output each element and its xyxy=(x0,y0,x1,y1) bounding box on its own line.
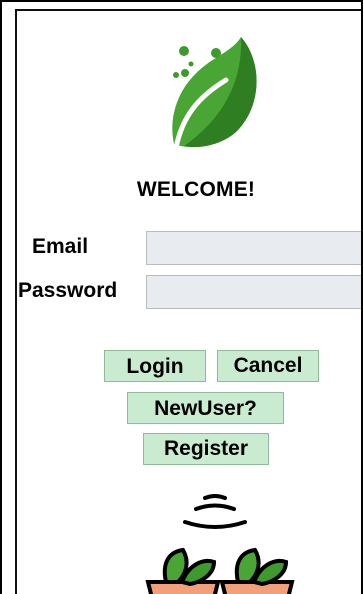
email-field[interactable] xyxy=(146,231,361,265)
wireless-signal-icon xyxy=(183,494,247,529)
register-button[interactable]: Register xyxy=(143,433,269,465)
login-button[interactable]: Login xyxy=(104,350,206,382)
leaf-logo-icon xyxy=(172,37,257,151)
cancel-button[interactable]: Cancel xyxy=(217,350,319,382)
welcome-heading: WELCOME! xyxy=(136,178,256,201)
new-user-button[interactable]: NewUser? xyxy=(127,392,284,424)
app-window: WELCOME! Email Password Login Cancel New… xyxy=(0,0,363,594)
plant-pots-icon xyxy=(145,547,295,594)
email-label: Email xyxy=(32,235,89,258)
password-field[interactable] xyxy=(146,275,361,309)
password-label: Password xyxy=(18,279,118,302)
